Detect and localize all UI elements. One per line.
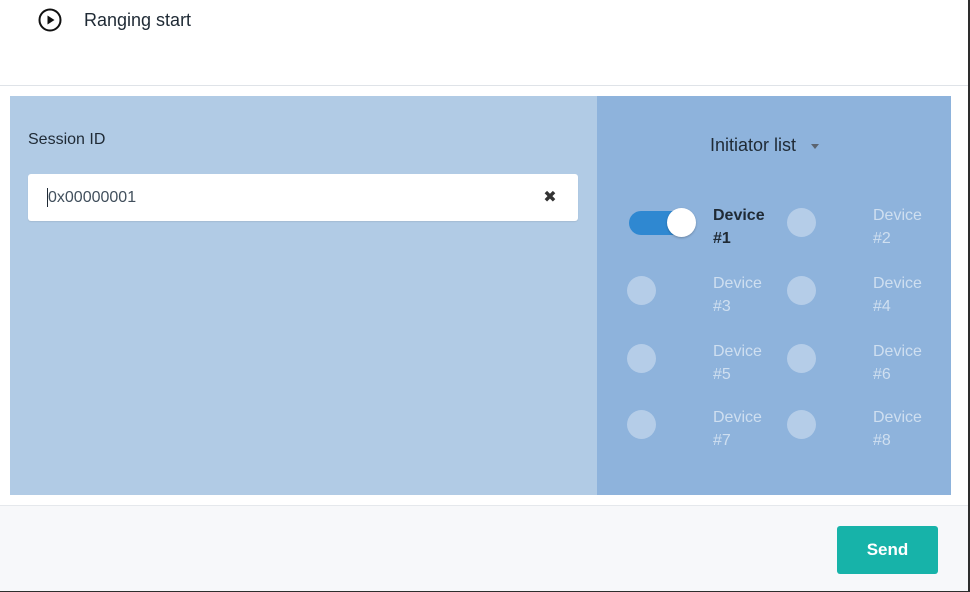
toggle-knob bbox=[667, 208, 696, 237]
device-label-3: Device #3 bbox=[713, 275, 762, 315]
toggle-switch[interactable] bbox=[627, 344, 696, 373]
device-label-8: Device #8 bbox=[873, 409, 922, 449]
toggle-switch[interactable] bbox=[787, 208, 856, 237]
device-label-7: Device #7 bbox=[713, 409, 762, 449]
toggle-knob bbox=[787, 410, 816, 439]
toggle-switch[interactable] bbox=[627, 276, 696, 305]
close-icon[interactable]: ✖ bbox=[539, 186, 561, 208]
device-toggle-7[interactable]: Device #7 bbox=[627, 409, 767, 456]
session-id-field[interactable]: ✖ bbox=[28, 174, 578, 221]
toggle-switch[interactable] bbox=[787, 344, 856, 373]
device-toggle-6[interactable]: Device #6 bbox=[787, 343, 927, 390]
toggle-knob bbox=[627, 276, 656, 305]
device-label-2: Device #2 bbox=[873, 207, 922, 247]
initiator-panel: Initiator list Device #1 Device #2 Devic… bbox=[597, 96, 951, 495]
device-label-6: Device #6 bbox=[873, 343, 922, 383]
dialog-content: Session ID ✖ Initiator list Device #1 bbox=[10, 96, 951, 495]
device-toggle-4[interactable]: Device #4 bbox=[787, 275, 927, 322]
toggle-switch[interactable] bbox=[787, 276, 856, 305]
toggle-knob bbox=[787, 276, 816, 305]
device-label-5: Device #5 bbox=[713, 343, 762, 383]
caret-down-icon bbox=[811, 143, 820, 149]
dialog-header: Ranging start bbox=[0, 0, 968, 86]
toggle-switch[interactable] bbox=[787, 410, 856, 439]
device-label-4: Device #4 bbox=[873, 275, 922, 315]
send-button[interactable]: Send bbox=[837, 526, 938, 574]
toggle-switch[interactable] bbox=[627, 208, 696, 237]
initiator-list-label: Initiator list bbox=[710, 135, 797, 155]
toggle-knob bbox=[787, 344, 816, 373]
toggle-switch[interactable] bbox=[627, 410, 696, 439]
device-toggle-5[interactable]: Device #5 bbox=[627, 343, 767, 390]
device-toggle-8[interactable]: Device #8 bbox=[787, 409, 927, 456]
device-toggle-1[interactable]: Device #1 bbox=[627, 207, 767, 254]
initiator-list-dropdown[interactable]: Initiator list bbox=[710, 134, 820, 156]
toggle-knob bbox=[627, 410, 656, 439]
session-panel: Session ID ✖ bbox=[10, 96, 597, 495]
device-label-1: Device #1 bbox=[713, 207, 765, 247]
play-circle-icon bbox=[38, 8, 62, 32]
dialog-footer: Send bbox=[0, 505, 968, 591]
toggle-knob bbox=[787, 208, 816, 237]
device-toggle-3[interactable]: Device #3 bbox=[627, 275, 767, 322]
dialog-title: Ranging start bbox=[84, 10, 192, 30]
ranging-start-dialog: Ranging start Session ID ✖ Initiator lis… bbox=[0, 0, 970, 592]
session-id-label: Session ID bbox=[28, 131, 106, 148]
device-toggle-2[interactable]: Device #2 bbox=[787, 207, 927, 254]
toggle-knob bbox=[627, 344, 656, 373]
session-id-input[interactable] bbox=[48, 174, 528, 221]
